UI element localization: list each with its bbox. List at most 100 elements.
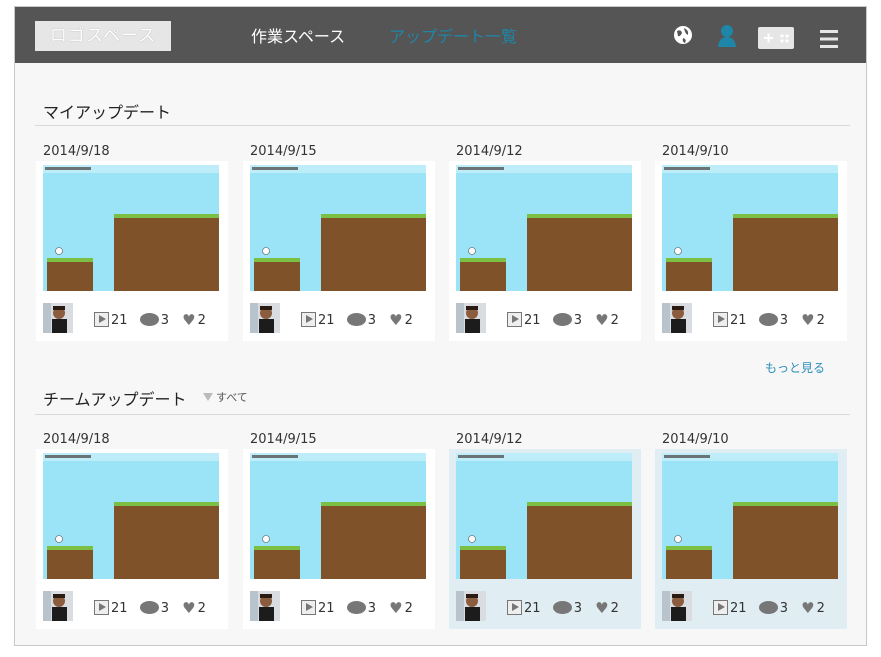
update-card[interactable]: 2014/9/18 21 3 ♥ 2	[36, 431, 228, 629]
see-more-link[interactable]: もっと見る	[765, 359, 825, 376]
like-count: 2	[197, 601, 206, 616]
update-date: 2014/9/18	[43, 144, 110, 159]
update-date: 2014/9/10	[662, 432, 729, 447]
heart-icon: ♥	[182, 599, 196, 617]
comment-icon	[758, 313, 778, 326]
card-body: 21 3 ♥ 2	[243, 449, 435, 629]
like-count: 2	[816, 601, 825, 616]
user-avatar[interactable]	[250, 303, 280, 333]
like-count: 2	[197, 313, 206, 328]
update-card[interactable]: 2014/9/10 21 3 ♥ 2	[655, 431, 847, 629]
update-card[interactable]: 2014/9/12 21 3 ♥ 2	[449, 143, 641, 341]
comment-count: 3	[779, 313, 788, 328]
card-stats: 21 3 ♥ 2	[507, 312, 619, 329]
comment-icon	[346, 313, 366, 326]
update-date: 2014/9/15	[250, 144, 317, 159]
top-bar: ロゴスペース 作業スペース アップデート一覧	[15, 7, 866, 63]
team-filter-dropdown[interactable]: すべて	[203, 389, 248, 405]
user-avatar[interactable]	[250, 591, 280, 621]
team-updates-title: チームアップデート	[43, 390, 187, 409]
update-date: 2014/9/12	[456, 144, 523, 159]
update-card[interactable]: 2014/9/10 21 3 ♥ 2	[655, 143, 847, 341]
play-count: 21	[318, 601, 335, 616]
game-thumbnail[interactable]	[662, 165, 838, 291]
comment-icon	[139, 601, 159, 614]
play-count: 21	[524, 601, 541, 616]
heart-icon: ♥	[595, 311, 609, 329]
card-stats: 21 3 ♥ 2	[713, 600, 825, 617]
game-thumbnail[interactable]	[43, 165, 219, 291]
filter-label: すべて	[216, 391, 248, 404]
nav-workspace[interactable]: 作業スペース	[251, 7, 345, 63]
card-body: 21 3 ♥ 2	[449, 161, 641, 341]
heart-icon: ♥	[801, 599, 815, 617]
play-icon	[94, 312, 109, 327]
card-stats: 21 3 ♥ 2	[94, 312, 206, 329]
menu-icon[interactable]	[819, 26, 839, 52]
heart-icon: ♥	[182, 311, 196, 329]
heart-icon: ♥	[389, 311, 403, 329]
divider	[35, 125, 850, 126]
play-count: 21	[111, 601, 128, 616]
user-avatar[interactable]	[662, 591, 692, 621]
update-date: 2014/9/10	[662, 144, 729, 159]
comment-icon	[552, 601, 572, 614]
app-frame: ロゴスペース 作業スペース アップデート一覧 マイアップデート 2014/9/1…	[14, 6, 867, 646]
logo[interactable]: ロゴスペース	[35, 21, 171, 51]
play-icon	[507, 312, 522, 327]
like-count: 2	[610, 601, 619, 616]
play-icon	[94, 600, 109, 615]
comment-count: 3	[160, 313, 169, 328]
nav-update-list[interactable]: アップデート一覧	[389, 7, 517, 63]
like-count: 2	[610, 313, 619, 328]
play-icon	[507, 600, 522, 615]
heart-icon: ♥	[595, 599, 609, 617]
update-date: 2014/9/12	[456, 432, 523, 447]
comment-icon	[758, 601, 778, 614]
gamepad-icon[interactable]	[758, 25, 794, 51]
update-card[interactable]: 2014/9/15 21 3 ♥ 2	[243, 431, 435, 629]
divider	[35, 414, 850, 415]
user-avatar[interactable]	[43, 591, 73, 621]
user-avatar[interactable]	[456, 303, 486, 333]
update-card[interactable]: 2014/9/15 21 3 ♥ 2	[243, 143, 435, 341]
game-thumbnail[interactable]	[43, 453, 219, 579]
comment-count: 3	[367, 313, 376, 328]
card-body: 21 3 ♥ 2	[449, 449, 641, 629]
play-count: 21	[730, 601, 747, 616]
user-icon[interactable]	[717, 23, 737, 49]
game-thumbnail[interactable]	[250, 165, 426, 291]
comment-icon	[552, 313, 572, 326]
play-icon	[713, 600, 728, 615]
user-avatar[interactable]	[43, 303, 73, 333]
update-card[interactable]: 2014/9/12 21 3 ♥ 2	[449, 431, 641, 629]
update-card[interactable]: 2014/9/18 21 3 ♥ 2	[36, 143, 228, 341]
game-thumbnail[interactable]	[456, 165, 632, 291]
card-body: 21 3 ♥ 2	[36, 449, 228, 629]
card-stats: 21 3 ♥ 2	[713, 312, 825, 329]
card-stats: 21 3 ♥ 2	[94, 600, 206, 617]
heart-icon: ♥	[801, 311, 815, 329]
globe-icon[interactable]	[672, 23, 694, 49]
game-thumbnail[interactable]	[662, 453, 838, 579]
card-stats: 21 3 ♥ 2	[301, 312, 413, 329]
comment-count: 3	[779, 601, 788, 616]
card-stats: 21 3 ♥ 2	[507, 600, 619, 617]
play-count: 21	[524, 313, 541, 328]
play-icon	[301, 600, 316, 615]
card-body: 21 3 ♥ 2	[36, 161, 228, 341]
card-stats: 21 3 ♥ 2	[301, 600, 413, 617]
heart-icon: ♥	[389, 599, 403, 617]
card-body: 21 3 ♥ 2	[243, 161, 435, 341]
comment-count: 3	[573, 313, 582, 328]
game-thumbnail[interactable]	[250, 453, 426, 579]
comment-icon	[139, 313, 159, 326]
comment-icon	[346, 601, 366, 614]
game-thumbnail[interactable]	[456, 453, 632, 579]
comment-count: 3	[573, 601, 582, 616]
like-count: 2	[404, 313, 413, 328]
play-count: 21	[318, 313, 335, 328]
user-avatar[interactable]	[456, 591, 486, 621]
play-icon	[301, 312, 316, 327]
user-avatar[interactable]	[662, 303, 692, 333]
